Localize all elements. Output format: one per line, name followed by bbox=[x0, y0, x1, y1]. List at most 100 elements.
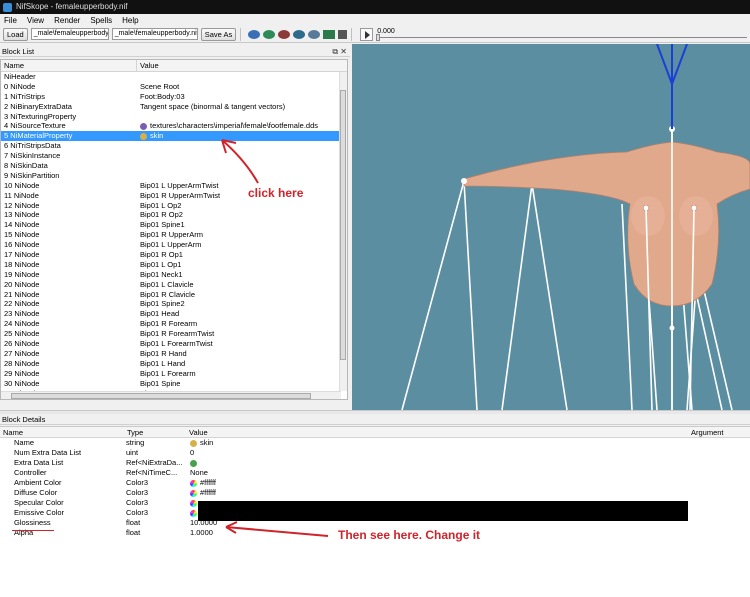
block-list-row[interactable]: 9 NiSkinPartition bbox=[1, 171, 347, 181]
block-value-text: Bip01 R Hand bbox=[140, 348, 187, 358]
block-name: 29 NiNode bbox=[4, 368, 40, 378]
block-list-row[interactable]: 29 NiNode Bip01 L Forearm bbox=[1, 369, 347, 379]
block-list-row[interactable]: 1 NiTriStrips Foot:Body:03 bbox=[1, 92, 347, 102]
block-list-row[interactable]: 15 NiNode Bip01 R UpperArm bbox=[1, 230, 347, 240]
column-name[interactable]: Name bbox=[0, 427, 124, 437]
menu-view[interactable]: View bbox=[27, 16, 44, 25]
horizontal-scrollbar[interactable] bbox=[1, 391, 341, 399]
detail-value[interactable]: 0 bbox=[188, 448, 750, 458]
load-path-input[interactable]: _male\femaleupperbody.nif bbox=[30, 28, 109, 40]
detail-type: Color3 bbox=[126, 478, 149, 487]
view-mode-icon[interactable] bbox=[248, 29, 261, 39]
block-list-row[interactable]: 26 NiNode Bip01 L ForearmTwist bbox=[1, 339, 347, 349]
column-value[interactable]: Value bbox=[186, 427, 688, 437]
block-name: 19 NiNode bbox=[4, 269, 40, 279]
block-list-row[interactable]: 5 NiMaterialProperty skin bbox=[1, 131, 347, 142]
material-icon bbox=[190, 439, 197, 447]
block-list: Name Value NiHeader 0 NiNode Scene Root 1 N… bbox=[0, 59, 348, 400]
block-value-text: textures\characters\imperial\female\foot… bbox=[150, 121, 318, 131]
block-list-row[interactable]: 27 NiNode Bip01 R Hand bbox=[1, 349, 347, 359]
block-list-row[interactable]: 14 NiNode Bip01 Spine1 bbox=[1, 220, 347, 230]
block-list-row[interactable]: 13 NiNode Bip01 R Op2 bbox=[1, 210, 347, 220]
block-list-row[interactable]: 24 NiNode Bip01 R Forearm bbox=[1, 319, 347, 329]
menu-spells[interactable]: Spells bbox=[90, 16, 112, 25]
scroll-thumb[interactable] bbox=[11, 393, 311, 399]
menu-render[interactable]: Render bbox=[54, 16, 80, 25]
block-list-row[interactable]: NiHeader bbox=[1, 72, 347, 82]
block-list-row[interactable]: 22 NiNode Bip01 Spine2 bbox=[1, 299, 347, 309]
block-list-row[interactable]: 7 NiSkinInstance bbox=[1, 151, 347, 161]
block-list-row[interactable]: 3 NiTexturingProperty bbox=[1, 112, 347, 122]
block-list-row[interactable]: 17 NiNode Bip01 R Op1 bbox=[1, 250, 347, 260]
detail-value-text: 1.0000 bbox=[190, 528, 213, 537]
load-button[interactable]: Load bbox=[3, 27, 28, 41]
block-name: 6 NiTriStripsData bbox=[4, 141, 61, 151]
save-as-button[interactable]: Save As bbox=[200, 27, 237, 41]
block-list-row[interactable]: 21 NiNode Bip01 R Clavicle bbox=[1, 290, 347, 300]
block-value: Bip01 R Forearm bbox=[137, 319, 347, 329]
scroll-thumb[interactable] bbox=[340, 90, 346, 360]
column-name[interactable]: Name bbox=[1, 60, 137, 71]
column-type[interactable]: Type bbox=[124, 427, 186, 437]
detail-value[interactable]: skin bbox=[188, 438, 750, 448]
block-list-row[interactable]: 28 NiNode Bip01 L Hand bbox=[1, 359, 347, 369]
detail-row[interactable]: Controller Ref<NiTimeC... None bbox=[0, 468, 750, 478]
menu-file[interactable]: File bbox=[4, 16, 17, 25]
block-list-row[interactable]: 20 NiNode Bip01 L Clavicle bbox=[1, 280, 347, 290]
block-name: 9 NiSkinPartition bbox=[4, 170, 60, 180]
block-list-row[interactable]: 6 NiTriStripsData bbox=[1, 141, 347, 151]
block-list-row[interactable]: 12 NiNode Bip01 L Op2 bbox=[1, 201, 347, 211]
menu-arrow-icon[interactable] bbox=[338, 29, 348, 39]
play-button[interactable] bbox=[360, 27, 374, 41]
block-name: 15 NiNode bbox=[4, 230, 40, 240]
column-value[interactable]: Value bbox=[137, 60, 347, 71]
block-value bbox=[137, 112, 347, 122]
render-viewport[interactable] bbox=[352, 44, 750, 410]
detail-row[interactable]: Name string skin bbox=[0, 438, 750, 448]
view-mode-icon[interactable] bbox=[293, 29, 306, 39]
block-list-row[interactable]: 25 NiNode Bip01 R ForearmTwist bbox=[1, 329, 347, 339]
block-list-row[interactable]: 16 NiNode Bip01 L UpperArm bbox=[1, 240, 347, 250]
block-value: Bip01 L ForearmTwist bbox=[137, 339, 347, 349]
block-list-row[interactable]: 18 NiNode Bip01 L Op1 bbox=[1, 260, 347, 270]
detail-value[interactable]: None bbox=[188, 468, 750, 478]
block-list-row[interactable]: 19 NiNode Bip01 Neck1 bbox=[1, 270, 347, 280]
detail-type: Ref<NiExtraDa... bbox=[126, 458, 183, 467]
axes-icon[interactable] bbox=[323, 29, 336, 39]
detail-name: Specular Color bbox=[14, 498, 64, 507]
block-value: skin bbox=[137, 131, 347, 141]
time-slider-handle[interactable] bbox=[376, 34, 380, 41]
block-list-row[interactable]: 23 NiNode Bip01 Head bbox=[1, 309, 347, 319]
detail-row[interactable]: Diffuse Color Color3 #ffffff bbox=[0, 488, 750, 498]
toolbar: Load _male\femaleupperbody.nif _male\fem… bbox=[0, 26, 750, 43]
block-value-text: Bip01 Spine1 bbox=[140, 220, 185, 230]
time-slider-track[interactable] bbox=[377, 37, 747, 38]
block-list-row[interactable]: 30 NiNode Bip01 Spine bbox=[1, 379, 347, 389]
menu-help[interactable]: Help bbox=[122, 16, 138, 25]
vertical-scrollbar[interactable] bbox=[339, 72, 347, 391]
block-value-text: skin bbox=[150, 131, 164, 141]
detail-value[interactable] bbox=[188, 458, 750, 468]
block-name: 20 NiNode bbox=[4, 279, 40, 289]
block-details-rows: Name string skin Num Extra Data List uint 0 Ex… bbox=[0, 438, 750, 538]
block-value: Scene Root bbox=[137, 82, 347, 92]
view-mode-icon[interactable] bbox=[278, 29, 291, 39]
block-list-row[interactable]: 2 NiBinaryExtraData Tangent space (binorm… bbox=[1, 102, 347, 112]
block-list-row[interactable]: 8 NiSkinData bbox=[1, 161, 347, 171]
redacted-area bbox=[198, 501, 688, 521]
detail-row[interactable]: Extra Data List Ref<NiExtraDa... bbox=[0, 458, 750, 468]
detail-row[interactable]: Ambient Color Color3 #ffffff bbox=[0, 478, 750, 488]
save-path-input[interactable]: _male\femaleupperbody.nif bbox=[111, 28, 198, 40]
panel-controls[interactable]: ⧉ ✕ bbox=[332, 46, 347, 57]
block-list-row[interactable]: 4 NiSourceTexture textures\characters\imp… bbox=[1, 121, 347, 131]
block-name: 10 NiNode bbox=[4, 180, 40, 190]
view-mode-icon[interactable] bbox=[308, 29, 321, 39]
block-value-text: Bip01 L Hand bbox=[140, 358, 186, 368]
view-mode-icon[interactable] bbox=[263, 29, 276, 39]
detail-row[interactable]: Num Extra Data List uint 0 bbox=[0, 448, 750, 458]
block-name: 4 NiSourceTexture bbox=[4, 121, 66, 131]
detail-value[interactable]: #ffffff bbox=[188, 478, 750, 488]
block-list-row[interactable]: 0 NiNode Scene Root bbox=[1, 82, 347, 92]
detail-value[interactable]: #ffffff bbox=[188, 488, 750, 498]
column-argument[interactable]: Argument bbox=[688, 427, 724, 437]
